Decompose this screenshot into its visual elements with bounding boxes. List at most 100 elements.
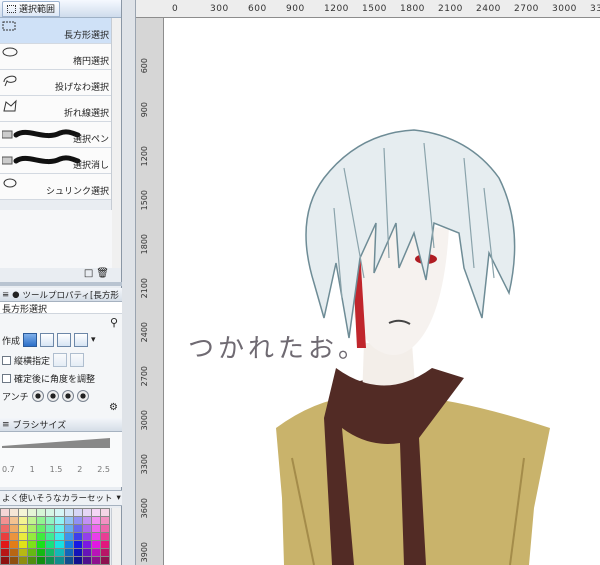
color-swatch[interactable]	[28, 533, 37, 540]
trash-icon[interactable]: 🗑	[96, 268, 109, 279]
color-swatch[interactable]	[28, 541, 37, 548]
intersect-selection-button[interactable]	[74, 333, 89, 347]
brush-size-slider[interactable]	[2, 436, 112, 450]
color-swatch[interactable]	[1, 549, 10, 556]
color-swatch[interactable]	[1, 525, 10, 532]
zoom-icon[interactable]: ⚲	[110, 316, 118, 329]
color-swatch[interactable]	[100, 549, 109, 556]
color-swatch[interactable]	[37, 541, 46, 548]
brush-size-tick[interactable]: 2.5	[97, 465, 110, 477]
sub-tool-polyline-select[interactable]: 折れ線選択	[0, 96, 112, 122]
color-swatch[interactable]	[73, 533, 82, 540]
color-swatch[interactable]	[91, 549, 100, 556]
color-swatch[interactable]	[55, 541, 64, 548]
color-swatch[interactable]	[73, 517, 82, 524]
aspect-option-button[interactable]	[70, 353, 85, 367]
brush-size-tick[interactable]: 1	[30, 465, 35, 477]
settings-icon[interactable]: ⚙	[109, 402, 118, 413]
tool-list-scrollbar[interactable]	[111, 18, 121, 268]
color-swatch[interactable]	[19, 525, 28, 532]
color-swatch[interactable]	[82, 557, 91, 564]
color-set-select[interactable]: よく使いそうなカラーセット	[2, 492, 113, 504]
color-swatch[interactable]	[46, 525, 55, 532]
color-swatch[interactable]	[55, 525, 64, 532]
antialias-strong-button[interactable]	[76, 390, 89, 402]
color-swatch[interactable]	[19, 509, 28, 516]
color-swatch[interactable]	[91, 509, 100, 516]
sub-tool-selection-eraser[interactable]: 選択消し	[0, 148, 112, 174]
color-swatch[interactable]	[100, 533, 109, 540]
color-swatch[interactable]	[19, 541, 28, 548]
brush-size-tab[interactable]: ブラシサイズ	[13, 418, 67, 431]
color-swatch[interactable]	[46, 533, 55, 540]
sub-tool-ellipse-select[interactable]: 楕円選択	[0, 44, 112, 70]
color-swatch[interactable]	[64, 549, 73, 556]
color-swatch[interactable]	[64, 525, 73, 532]
panel-divider[interactable]	[0, 282, 122, 286]
color-swatch[interactable]	[28, 549, 37, 556]
color-swatch[interactable]	[55, 517, 64, 524]
color-swatch[interactable]	[82, 549, 91, 556]
aspect-option-button[interactable]	[53, 353, 68, 367]
color-swatch[interactable]	[55, 509, 64, 516]
color-swatch[interactable]	[64, 557, 73, 564]
color-swatch[interactable]	[91, 525, 100, 532]
color-swatch[interactable]	[19, 517, 28, 524]
sub-tool-rect-select[interactable]: 長方形選択	[0, 18, 112, 44]
color-swatch[interactable]	[10, 525, 19, 532]
color-swatch[interactable]	[28, 557, 37, 564]
aspect-checkbox[interactable]	[2, 355, 11, 365]
color-swatch[interactable]	[10, 549, 19, 556]
color-swatch[interactable]	[28, 517, 37, 524]
new-selection-button[interactable]	[23, 333, 38, 347]
color-swatch[interactable]	[19, 533, 28, 540]
color-swatch[interactable]	[82, 517, 91, 524]
color-swatch[interactable]	[55, 549, 64, 556]
color-swatch[interactable]	[82, 525, 91, 532]
color-swatch[interactable]	[100, 541, 109, 548]
color-swatch[interactable]	[100, 525, 109, 532]
color-swatch[interactable]	[46, 557, 55, 564]
sub-tool-selection-pen[interactable]: 選択ペン	[0, 122, 112, 148]
color-swatch[interactable]	[37, 525, 46, 532]
color-swatch[interactable]	[82, 533, 91, 540]
color-swatch[interactable]	[37, 509, 46, 516]
color-swatch[interactable]	[28, 509, 37, 516]
color-swatch[interactable]	[1, 533, 10, 540]
color-swatch[interactable]	[73, 549, 82, 556]
color-swatch[interactable]	[82, 541, 91, 548]
color-swatch[interactable]	[64, 541, 73, 548]
color-swatch[interactable]	[100, 509, 109, 516]
color-swatch[interactable]	[100, 517, 109, 524]
sub-tool-lasso-select[interactable]: 投げなわ選択	[0, 70, 112, 96]
angle-checkbox[interactable]	[2, 373, 11, 383]
color-swatch[interactable]	[64, 533, 73, 540]
color-swatch[interactable]	[73, 541, 82, 548]
color-swatch[interactable]	[1, 509, 10, 516]
color-swatch[interactable]	[46, 509, 55, 516]
chevron-down-icon[interactable]: ▾	[117, 493, 121, 503]
antialias-none-button[interactable]	[31, 390, 44, 402]
sub-tool-shrink-select[interactable]: シュリンク選択	[0, 174, 112, 200]
color-swatch[interactable]	[37, 549, 46, 556]
new-sub-tool-icon[interactable]: □	[84, 268, 93, 279]
color-swatch[interactable]	[73, 509, 82, 516]
color-swatch[interactable]	[82, 509, 91, 516]
color-swatch[interactable]	[19, 557, 28, 564]
color-swatch[interactable]	[55, 533, 64, 540]
color-set-scrollbar[interactable]	[111, 508, 121, 565]
brush-size-tick[interactable]: 1.5	[50, 465, 63, 477]
tab-selection[interactable]: 選択範囲	[2, 0, 61, 17]
color-swatch[interactable]	[73, 525, 82, 532]
color-swatch[interactable]	[10, 517, 19, 524]
color-swatch[interactable]	[91, 517, 100, 524]
color-swatch[interactable]	[37, 557, 46, 564]
color-swatch[interactable]	[10, 509, 19, 516]
color-swatch[interactable]	[73, 557, 82, 564]
color-swatch[interactable]	[46, 517, 55, 524]
color-swatch[interactable]	[46, 541, 55, 548]
antialias-weak-button[interactable]	[46, 390, 59, 402]
color-swatch[interactable]	[19, 549, 28, 556]
color-swatch[interactable]	[10, 557, 19, 564]
drawing-canvas[interactable]: つかれたお。	[164, 18, 600, 565]
